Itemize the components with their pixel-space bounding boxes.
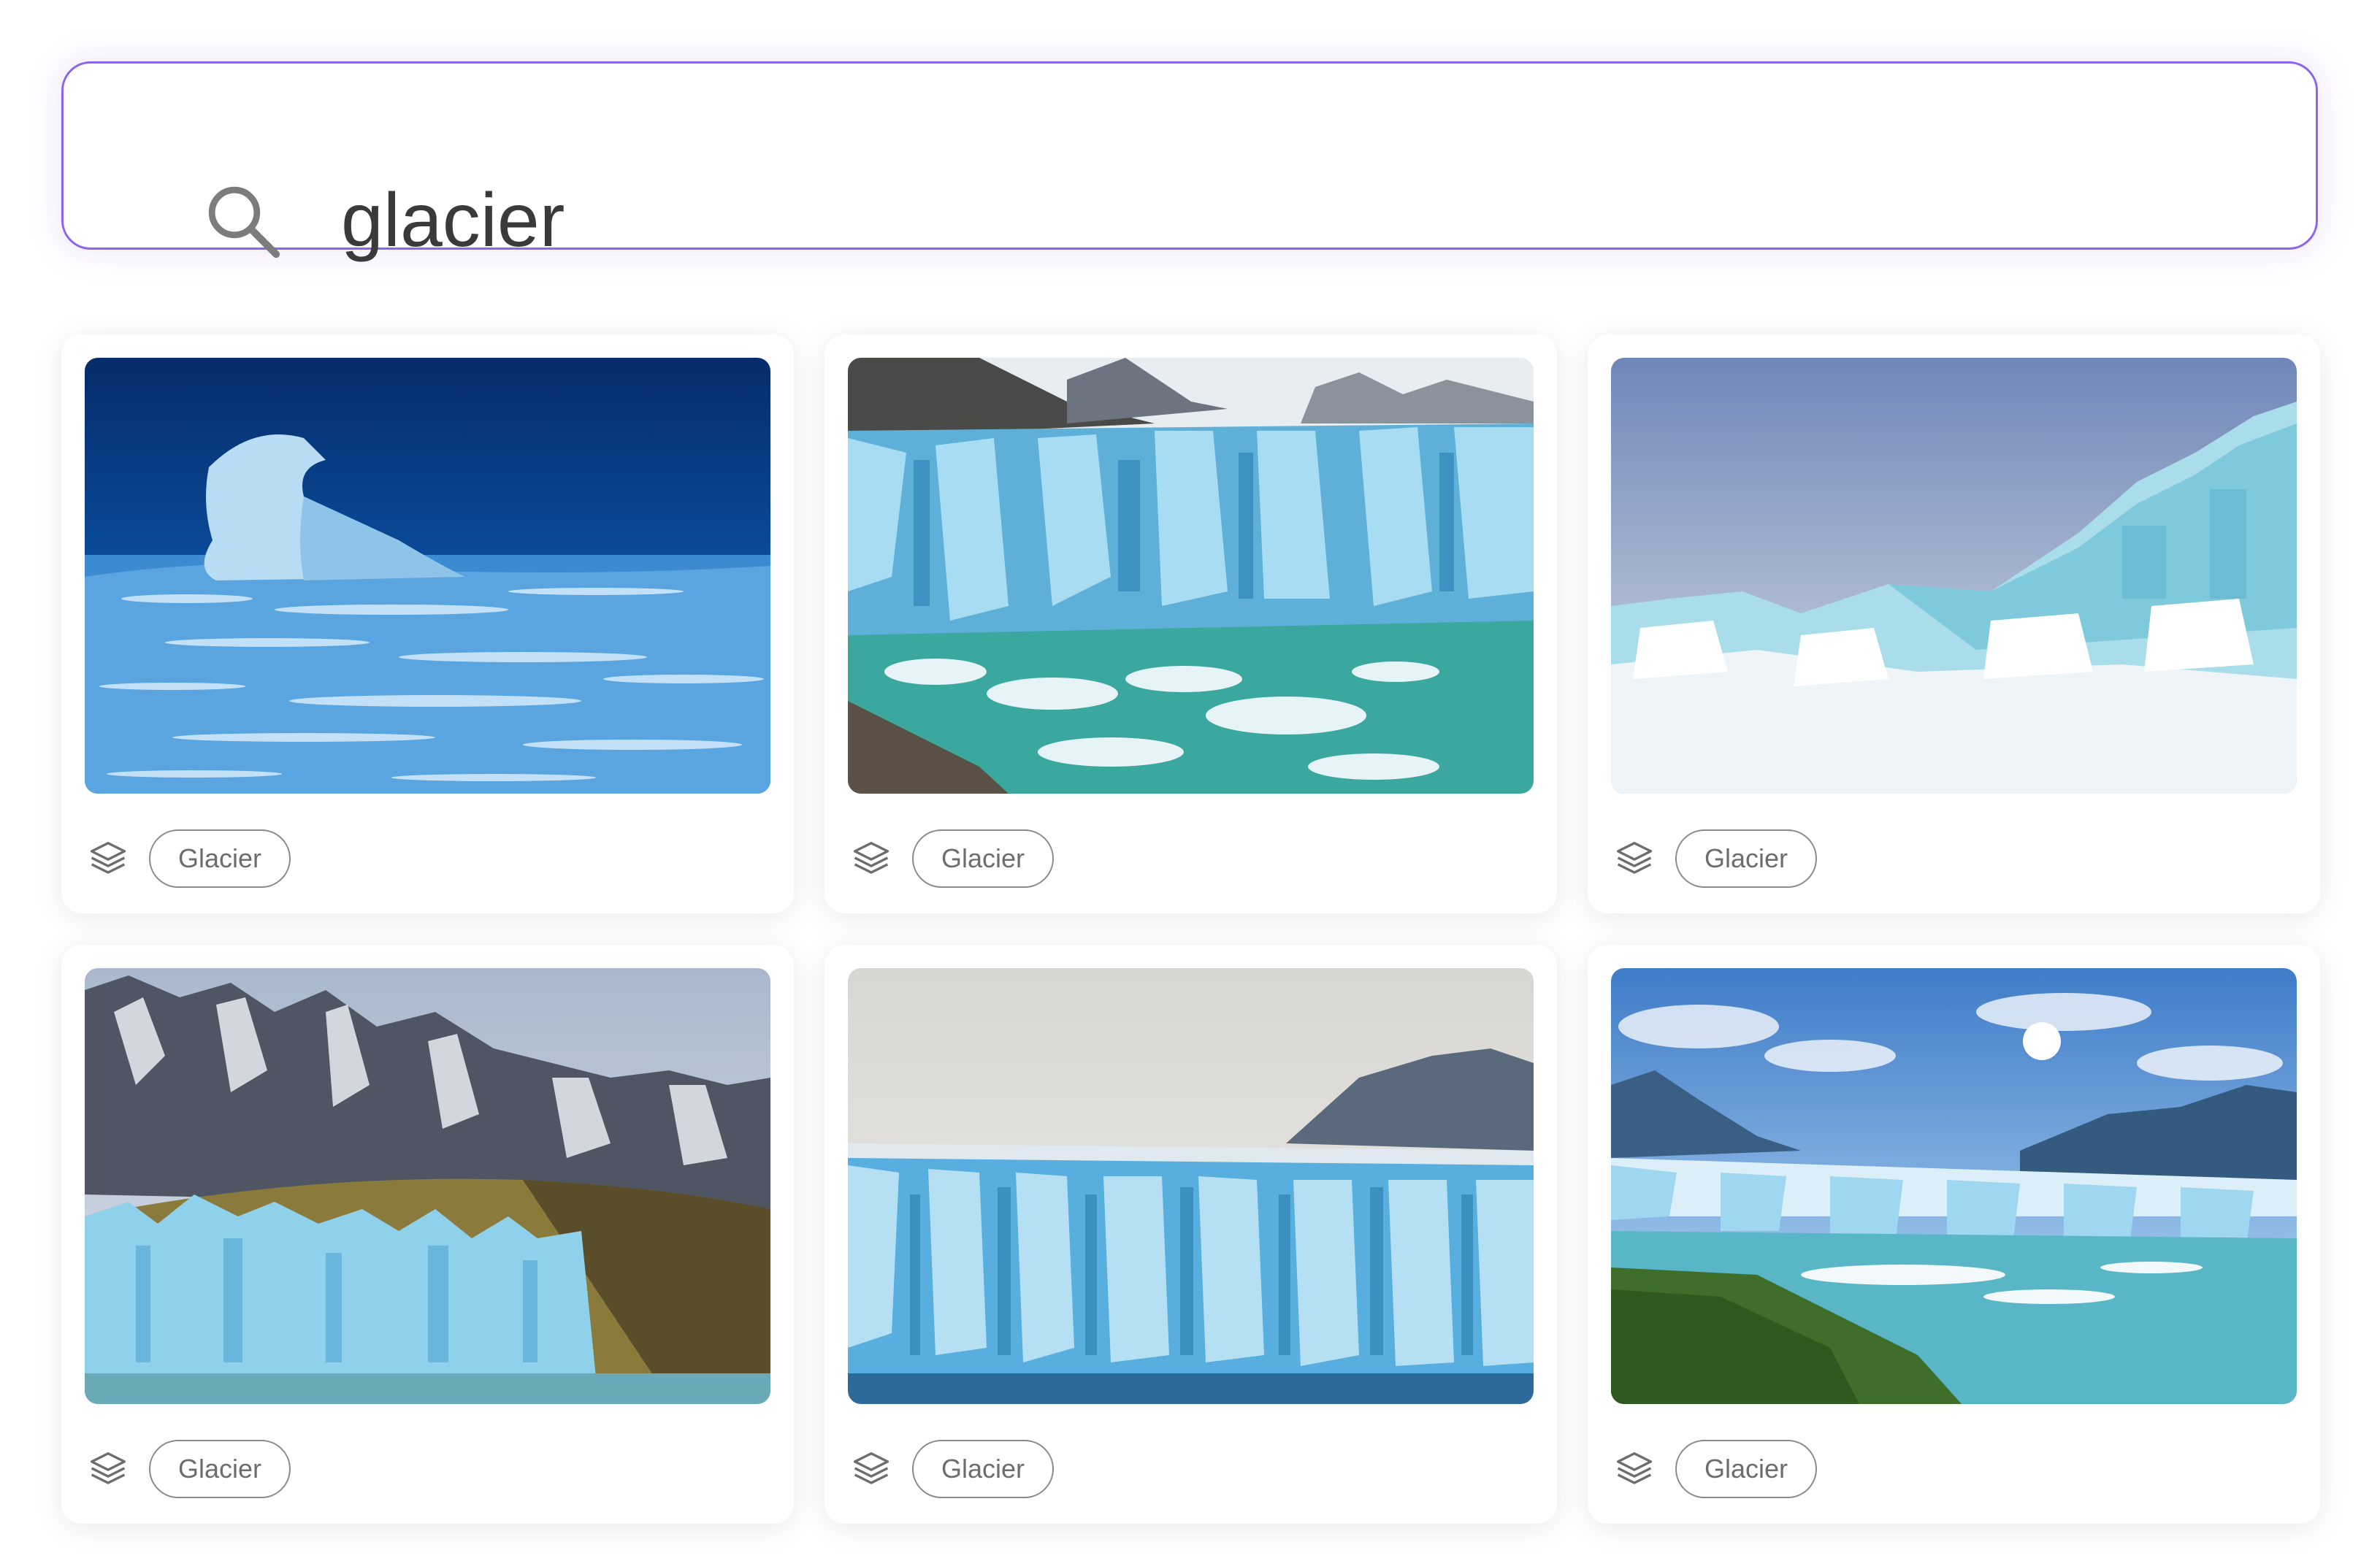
result-card[interactable]: Glacier — [824, 945, 1557, 1524]
result-card[interactable]: Glacier — [61, 945, 794, 1524]
result-image[interactable] — [1611, 358, 2297, 794]
result-card[interactable]: Glacier — [61, 334, 794, 913]
tag-chip[interactable]: Glacier — [1675, 829, 1818, 888]
tag-chip[interactable]: Glacier — [912, 829, 1055, 888]
result-image[interactable] — [1611, 968, 2297, 1404]
tag-chip[interactable]: Glacier — [149, 829, 291, 888]
search-input[interactable] — [341, 158, 2313, 283]
layers-icon — [1616, 842, 1653, 874]
tag-chip[interactable]: Glacier — [912, 1440, 1055, 1498]
layers-icon — [853, 842, 889, 874]
search-icon[interactable] — [202, 180, 283, 261]
result-image[interactable] — [848, 968, 1534, 1404]
tag-chip[interactable]: Glacier — [149, 1440, 291, 1498]
result-card[interactable]: Glacier — [1588, 945, 2320, 1524]
search-bar[interactable] — [61, 61, 2318, 283]
result-image[interactable] — [85, 968, 770, 1404]
tag-chip[interactable]: Glacier — [1675, 1440, 1818, 1498]
result-image[interactable] — [848, 358, 1534, 794]
result-card[interactable]: Glacier — [1588, 334, 2320, 913]
result-image[interactable] — [85, 358, 770, 794]
layers-icon — [90, 1452, 126, 1484]
image-search-page: Glacier — [0, 0, 2380, 1561]
layers-icon — [853, 1452, 889, 1484]
layers-icon — [90, 842, 126, 874]
result-card[interactable]: Glacier — [824, 334, 1557, 913]
layers-icon — [1616, 1452, 1653, 1484]
